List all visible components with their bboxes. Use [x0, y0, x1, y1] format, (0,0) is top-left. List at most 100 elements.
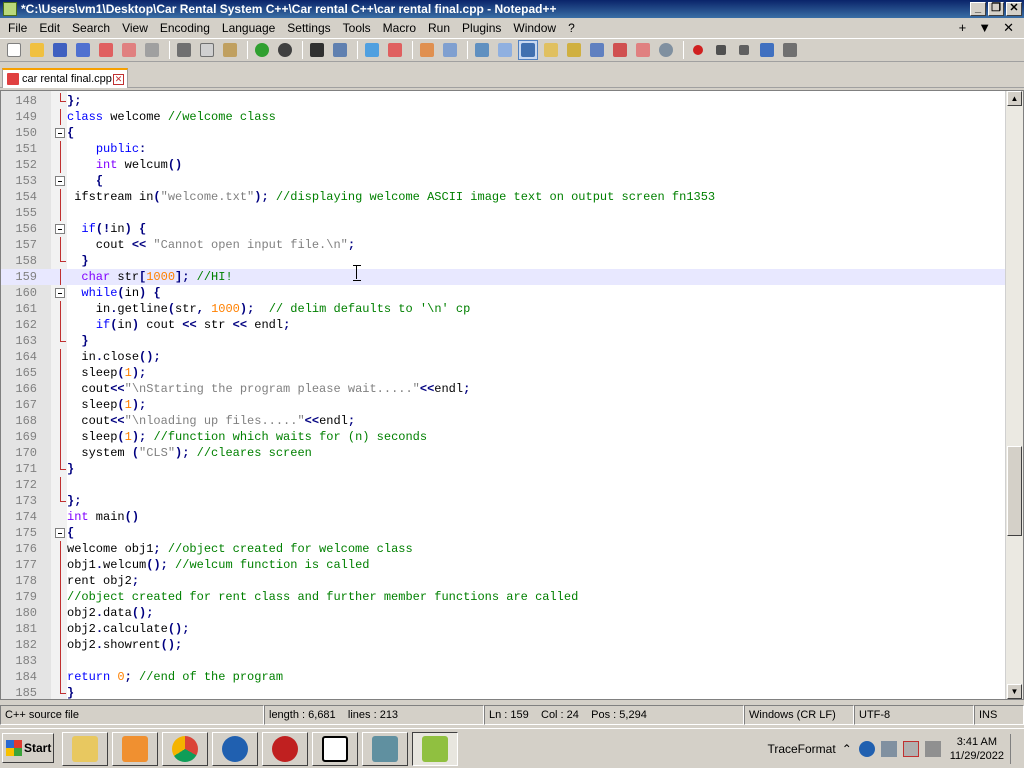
- network-icon[interactable]: [880, 741, 897, 757]
- code-line[interactable]: 150 {: [1, 125, 1005, 141]
- menu-macro[interactable]: Macro: [377, 21, 422, 35]
- menu-plugins[interactable]: Plugins: [456, 21, 507, 35]
- menu-edit[interactable]: Edit: [33, 21, 66, 35]
- code-line[interactable]: 165 sleep(1);: [1, 365, 1005, 381]
- code-line[interactable]: 162 if(in) cout << str << endl;: [1, 317, 1005, 333]
- paste-button[interactable]: [220, 40, 240, 60]
- code-line[interactable]: 164 in.close();: [1, 349, 1005, 365]
- fold-toggle-icon[interactable]: [55, 128, 65, 138]
- code-line[interactable]: 166 cout<<"\nStarting the program please…: [1, 381, 1005, 397]
- monitoring-button[interactable]: [656, 40, 676, 60]
- code-line[interactable]: 176 welcome obj1; //object created for we…: [1, 541, 1005, 557]
- menu-settings[interactable]: Settings: [281, 21, 336, 35]
- save-macro-button[interactable]: [780, 40, 800, 60]
- record-macro-button[interactable]: [688, 40, 708, 60]
- zoom-out-button[interactable]: [385, 40, 405, 60]
- code-line[interactable]: 185}: [1, 685, 1005, 701]
- menu-run[interactable]: Run: [422, 21, 456, 35]
- code-line[interactable]: 154 ifstream in("welcome.txt"); //displa…: [1, 189, 1005, 205]
- tab-car-rental-final[interactable]: car rental final.cpp ✕: [2, 68, 128, 88]
- scroll-thumb[interactable]: [1007, 446, 1022, 536]
- code-line[interactable]: 159 char str[1000]; //HI!: [1, 269, 1005, 285]
- copy-button[interactable]: [197, 40, 217, 60]
- menu-language[interactable]: Language: [216, 21, 281, 35]
- status-encoding[interactable]: UTF-8: [854, 705, 974, 725]
- speaker-icon[interactable]: [924, 741, 941, 757]
- cut-button[interactable]: [174, 40, 194, 60]
- code-line[interactable]: 169 sleep(1); //function which waits for…: [1, 429, 1005, 445]
- code-line[interactable]: 180 obj2.data();: [1, 605, 1005, 621]
- tab-close-icon[interactable]: ✕: [113, 73, 124, 85]
- taskbar-chrome[interactable]: [162, 732, 208, 766]
- code-line[interactable]: 168 cout<<"\nloading up files....."<<end…: [1, 413, 1005, 429]
- fold-toggle-icon[interactable]: [55, 528, 65, 538]
- user-language-button[interactable]: [541, 40, 561, 60]
- code-line[interactable]: 172: [1, 477, 1005, 493]
- code-line[interactable]: 153 {: [1, 173, 1005, 189]
- indent-guide-button[interactable]: [518, 40, 538, 60]
- code-line[interactable]: 163 }: [1, 333, 1005, 349]
- zoom-in-button[interactable]: [362, 40, 382, 60]
- status-eol[interactable]: Windows (CR LF): [744, 705, 854, 725]
- code-line[interactable]: 181 obj2.calculate();: [1, 621, 1005, 637]
- code-line[interactable]: 156 if(!in) {: [1, 221, 1005, 237]
- action-center-icon[interactable]: [902, 741, 919, 757]
- taskbar-notepad-app[interactable]: [362, 732, 408, 766]
- code-line[interactable]: 157 cout << "Cannot open input file.\n";: [1, 237, 1005, 253]
- code-editor[interactable]: 148}; 149 class welcome //welcome class 150…: [0, 90, 1024, 700]
- code-line[interactable]: 160 while(in) {: [1, 285, 1005, 301]
- undo-button[interactable]: [252, 40, 272, 60]
- stop-macro-button[interactable]: [711, 40, 731, 60]
- menu-window[interactable]: Window: [507, 21, 562, 35]
- code-line[interactable]: 171}: [1, 461, 1005, 477]
- close-all-button[interactable]: [119, 40, 139, 60]
- clock[interactable]: 3:41 AM 11/29/2022: [950, 735, 1004, 763]
- tray-expand-chevron-icon[interactable]: ⌃: [842, 742, 852, 756]
- code-line[interactable]: 175 {: [1, 525, 1005, 541]
- taskbar-explorer[interactable]: [62, 732, 108, 766]
- sync-horizontal-button[interactable]: [440, 40, 460, 60]
- taskbar-notepad-plus-plus[interactable]: [412, 732, 458, 766]
- taskbar-ccleaner[interactable]: [212, 732, 258, 766]
- code-line[interactable]: 167 sleep(1);: [1, 397, 1005, 413]
- vertical-scrollbar[interactable]: ▲ ▼: [1005, 91, 1023, 699]
- minimize-button[interactable]: _: [970, 2, 986, 16]
- code-line[interactable]: 170 system ("CLS"); //cleares screen: [1, 445, 1005, 461]
- new-file-button[interactable]: [4, 40, 24, 60]
- document-list-button[interactable]: [587, 40, 607, 60]
- fold-toggle-icon[interactable]: [55, 224, 65, 234]
- save-all-button[interactable]: [73, 40, 93, 60]
- code-line[interactable]: 158 }: [1, 253, 1005, 269]
- start-button[interactable]: Start: [2, 733, 54, 763]
- code-line[interactable]: 183: [1, 653, 1005, 669]
- fold-toggle-icon[interactable]: [55, 176, 65, 186]
- fold-toggle-icon[interactable]: [55, 288, 65, 298]
- ccleaner-tray-icon[interactable]: [858, 741, 875, 757]
- code-line[interactable]: 155: [1, 205, 1005, 221]
- close-document-button[interactable]: ✕: [1003, 20, 1014, 36]
- open-file-button[interactable]: [27, 40, 47, 60]
- taskbar-media-player[interactable]: [112, 732, 158, 766]
- code-line[interactable]: 148};: [1, 93, 1005, 109]
- sync-vertical-button[interactable]: [417, 40, 437, 60]
- code-line[interactable]: 184 return 0; //end of the program: [1, 669, 1005, 685]
- print-button[interactable]: [142, 40, 162, 60]
- play-macro-button[interactable]: [734, 40, 754, 60]
- taskbar-7zip[interactable]: [312, 732, 358, 766]
- word-wrap-button[interactable]: [472, 40, 492, 60]
- close-file-button[interactable]: [96, 40, 116, 60]
- new-tab-button[interactable]: +: [959, 20, 967, 36]
- taskbar-app-gear[interactable]: [262, 732, 308, 766]
- code-line[interactable]: 173};: [1, 493, 1005, 509]
- menu-help[interactable]: ?: [562, 21, 581, 35]
- code-line[interactable]: 151 public:: [1, 141, 1005, 157]
- code-line[interactable]: 161 in.getline(str, 1000); // delim defa…: [1, 301, 1005, 317]
- save-button[interactable]: [50, 40, 70, 60]
- menu-encoding[interactable]: Encoding: [154, 21, 216, 35]
- maximize-button[interactable]: ❐: [988, 2, 1004, 16]
- replace-button[interactable]: [330, 40, 350, 60]
- menu-view[interactable]: View: [116, 21, 154, 35]
- tab-list-dropdown-button[interactable]: ▼: [978, 20, 991, 36]
- menu-tools[interactable]: Tools: [337, 21, 377, 35]
- code-line[interactable]: 179 //object created for rent class and f…: [1, 589, 1005, 605]
